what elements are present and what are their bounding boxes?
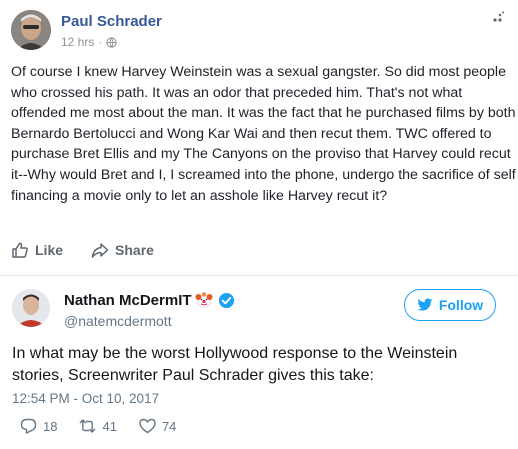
like-button-tweet[interactable]: 74 [139, 418, 176, 434]
share-label: Share [115, 242, 154, 258]
follow-button[interactable]: Follow [404, 289, 496, 321]
retweet-count: 41 [102, 418, 117, 434]
tweet-handle[interactable]: @natemcdermott [64, 313, 172, 329]
retweet-icon [79, 419, 96, 433]
twitter-bird-icon [417, 298, 433, 311]
tweet-embed: Nathan McDermIT @natemcdermott Follow In… [0, 277, 518, 449]
clown-face-icon [195, 292, 213, 308]
author-name[interactable]: Paul Schrader [61, 13, 162, 30]
verified-badge-icon [218, 292, 234, 308]
thumbs-up-icon [12, 242, 28, 258]
reply-icon [20, 418, 37, 434]
like-label: Like [35, 242, 64, 258]
display-name: Nathan McDermIT [64, 291, 192, 309]
share-button[interactable]: Share [91, 241, 154, 259]
facebook-post: Paul Schrader 12 hrs · Of course I knew … [0, 0, 518, 276]
like-button[interactable]: Like [11, 241, 63, 259]
tweet-stats: 18 41 74 [20, 418, 176, 434]
follow-label: Follow [438, 297, 484, 313]
tweet-avatar[interactable] [12, 289, 50, 327]
tweet-text: In what may be the worst Hollywood respo… [12, 345, 458, 384]
share-arrow-icon [91, 243, 109, 258]
globe-icon [106, 36, 117, 48]
post-options-icon[interactable] [490, 10, 506, 26]
heart-icon [139, 418, 156, 434]
post-actions: Like Share [11, 241, 154, 259]
author-avatar[interactable] [11, 10, 51, 50]
post-body: Of course I knew Harvey Weinstein was a … [11, 64, 516, 204]
like-count: 74 [161, 418, 177, 434]
tweet-timestamp[interactable]: 12:54 PM - Oct 10, 2017 [12, 391, 159, 406]
reply-button[interactable]: 18 [20, 418, 57, 434]
retweet-button[interactable]: 41 [79, 418, 117, 434]
post-timestamp[interactable]: 12 hrs [61, 35, 94, 49]
reply-count: 18 [43, 418, 58, 434]
post-meta: 12 hrs · [61, 35, 117, 49]
meta-separator: · [98, 35, 103, 49]
tweet-author[interactable]: Nathan McDermIT [64, 291, 235, 309]
